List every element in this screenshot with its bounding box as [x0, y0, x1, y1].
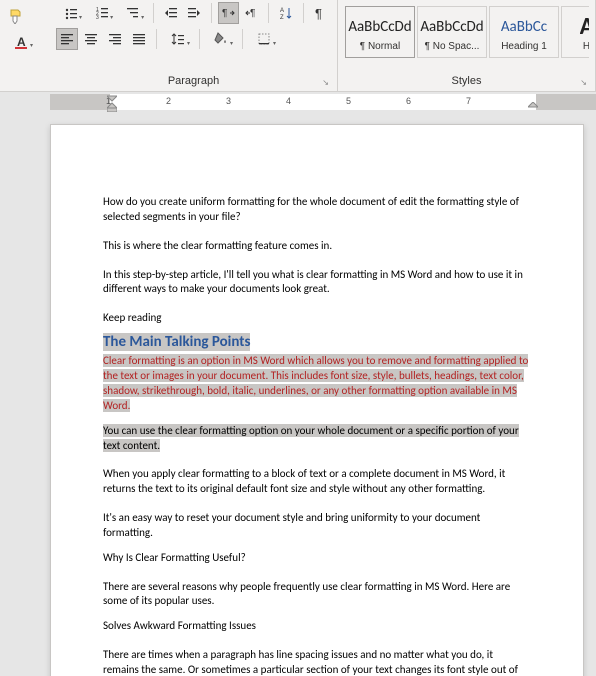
- ruler-tick: 7: [466, 96, 471, 106]
- sub-heading[interactable]: Why Is Clear Formatting Useful?: [103, 551, 531, 566]
- ruler-tick: 6: [406, 96, 411, 106]
- ruler-tick: 2: [166, 96, 171, 106]
- align-right-button[interactable]: [104, 28, 126, 50]
- multilevel-list-button[interactable]: [118, 2, 147, 24]
- paragraph[interactable]: How do you create uniform formatting for…: [103, 195, 531, 225]
- styles-gallery[interactable]: AaBbCcDd ¶ Normal AaBbCcDd ¶ No Spac... …: [344, 2, 589, 60]
- paragraph[interactable]: There are several reasons why people fre…: [103, 580, 531, 610]
- svg-text:3: 3: [96, 15, 99, 20]
- style-preview: AaBbCcDd: [348, 13, 411, 41]
- align-center-button[interactable]: [80, 28, 102, 50]
- heading: The Main Talking Points: [103, 332, 531, 352]
- format-painter-button[interactable]: [6, 6, 26, 26]
- document-page[interactable]: How do you create uniform formatting for…: [50, 124, 584, 676]
- svg-text:Z: Z: [280, 15, 284, 20]
- style-heading-1[interactable]: AaBbCc Heading 1: [489, 6, 559, 58]
- paragraph[interactable]: There are times when a paragraph has lin…: [103, 648, 531, 676]
- ruler-tick: 5: [346, 96, 351, 106]
- increase-indent-button[interactable]: [183, 2, 204, 24]
- separator: [242, 29, 243, 49]
- ruler-tick: 4: [286, 96, 291, 106]
- show-paragraph-marks-button[interactable]: ¶: [310, 2, 331, 24]
- selected-text[interactable]: You can use the clear formatting option …: [103, 424, 519, 452]
- style-name: ¶ No Spac...: [425, 41, 480, 52]
- separator: [268, 3, 269, 23]
- font-color-button[interactable]: A: [6, 32, 36, 52]
- svg-text:A: A: [17, 35, 26, 49]
- style-name: Headi: [583, 41, 589, 52]
- separator: [303, 3, 304, 23]
- sub-heading[interactable]: Solves Awkward Formatting Issues: [103, 619, 531, 634]
- separator: [156, 29, 157, 49]
- borders-button[interactable]: [249, 28, 279, 50]
- selected-text[interactable]: The Main Talking Points: [103, 333, 250, 351]
- justify-button[interactable]: [128, 28, 150, 50]
- style-preview: AaI: [580, 13, 589, 41]
- ribbon-font-edge: A: [0, 0, 50, 91]
- svg-text:¶: ¶: [315, 6, 322, 20]
- styles-group: AaBbCcDd ¶ Normal AaBbCcDd ¶ No Spac... …: [338, 0, 596, 91]
- bullets-button[interactable]: [56, 2, 85, 24]
- indent-marker-icon[interactable]: [107, 92, 117, 112]
- horizontal-ruler[interactable]: 1 2 3 4 5 6 7: [0, 92, 596, 114]
- svg-text:A: A: [280, 8, 284, 14]
- style-no-spacing[interactable]: AaBbCcDd ¶ No Spac...: [417, 6, 487, 58]
- style-preview: AaBbCc: [501, 13, 547, 41]
- document-workspace: How do you create uniform formatting for…: [0, 114, 596, 676]
- sort-button[interactable]: AZ: [275, 2, 296, 24]
- separator: [153, 3, 154, 23]
- style-name: Heading 1: [501, 41, 547, 52]
- svg-text:¶: ¶: [250, 8, 255, 19]
- paragraph-group-label[interactable]: Paragraph: [56, 73, 331, 91]
- ruler-tick: 3: [226, 96, 231, 106]
- line-spacing-button[interactable]: [163, 28, 193, 50]
- ribbon: A 123: [0, 0, 596, 92]
- shading-button[interactable]: [206, 28, 236, 50]
- separator: [211, 3, 212, 23]
- paragraph[interactable]: In this step-by-step article, I'll tell …: [103, 268, 531, 298]
- paragraph[interactable]: It's an easy way to reset your document …: [103, 511, 531, 541]
- paragraph: Clear formatting is an option in MS Word…: [103, 354, 531, 413]
- paragraph[interactable]: This is where the clear formatting featu…: [103, 239, 531, 254]
- svg-text:¶: ¶: [222, 8, 227, 19]
- paragraph[interactable]: Keep reading: [103, 311, 531, 326]
- decrease-indent-button[interactable]: [160, 2, 181, 24]
- selected-text[interactable]: Clear formatting is an option in MS Word…: [103, 354, 528, 412]
- numbering-button[interactable]: 123: [87, 2, 116, 24]
- right-indent-marker-icon[interactable]: [528, 102, 538, 112]
- paragraph-group: 123 ¶ ¶: [50, 0, 338, 91]
- style-name: ¶ Normal: [360, 41, 400, 52]
- style-preview: AaBbCcDd: [420, 13, 483, 41]
- ltr-direction-button[interactable]: ¶: [218, 2, 239, 24]
- rtl-direction-button[interactable]: ¶: [241, 2, 262, 24]
- paragraph[interactable]: When you apply clear formatting to a blo…: [103, 467, 531, 497]
- style-normal[interactable]: AaBbCcDd ¶ Normal: [345, 6, 415, 58]
- style-heading-2[interactable]: AaI Headi: [561, 6, 589, 58]
- align-left-button[interactable]: [56, 28, 78, 50]
- paragraph: You can use the clear formatting option …: [103, 424, 531, 454]
- styles-group-label[interactable]: Styles: [344, 73, 589, 91]
- separator: [199, 29, 200, 49]
